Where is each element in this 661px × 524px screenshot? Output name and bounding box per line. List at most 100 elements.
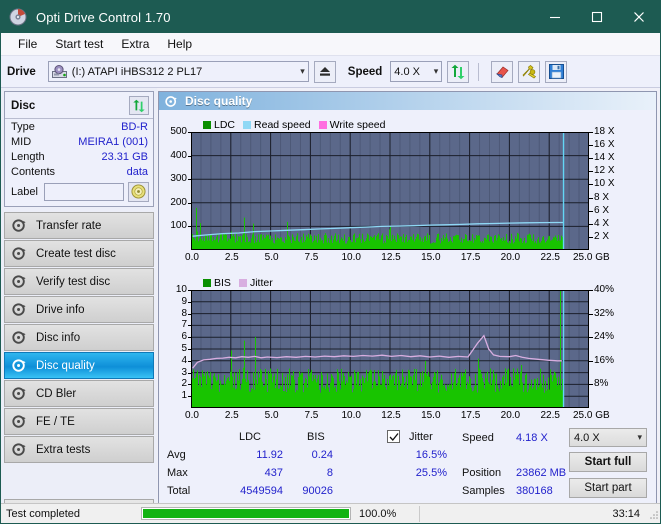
toolbar: Drive (I:) ATAPI iHBS312 2 PL17 ▾ Speed (1, 56, 660, 88)
disc-test-icon (12, 302, 27, 317)
y2-axis-tick (589, 384, 593, 385)
ldc-chart: LDCRead speedWrite speed1002003004005002… (159, 110, 656, 270)
start-part-button[interactable]: Start part (569, 478, 647, 498)
status-bar: Test completed 100.0% 33:14 (1, 503, 661, 523)
disc-test-icon (12, 386, 27, 401)
x-axis-tick-label: 17.5 (454, 252, 488, 263)
position-label: Position (462, 467, 501, 479)
y2-axis-tick-label: 8% (594, 378, 608, 389)
disc-row-length: Length 23.31 GB (5, 149, 153, 164)
y-axis-tick-label: 400 (159, 150, 187, 161)
x-axis-tick-label: 7.5 (294, 252, 328, 263)
ldc-total-value: 4549594 (223, 485, 283, 497)
y2-axis-tick (589, 158, 593, 159)
speed-select[interactable]: 4.0 X ▾ (390, 61, 442, 82)
y2-axis-tick-label: 10 X (594, 178, 615, 189)
menu-item-extra[interactable]: Extra (112, 35, 158, 53)
chart-legend: BISJitter (203, 277, 281, 289)
legend-swatch (243, 121, 251, 129)
sidebar-item-create-test-disc[interactable]: Create test disc (4, 240, 154, 267)
disc-value: 23.31 GB (102, 151, 148, 163)
sidebar-item-disc-info[interactable]: Disc info (4, 324, 154, 351)
x-axis-tick-label: 20.0 (493, 410, 527, 421)
drive-select[interactable]: (I:) ATAPI iHBS312 2 PL17 ▾ (48, 61, 309, 82)
resize-grip[interactable] (648, 509, 659, 520)
y2-axis-tick-label: 40% (594, 284, 614, 295)
sidebar-item-fe-te[interactable]: FE / TE (4, 408, 154, 435)
sidebar-item-label: Create test disc (36, 248, 116, 260)
ldc-avg-value: 11.92 (235, 449, 283, 461)
x-axis-tick-label: 5.0 (255, 252, 289, 263)
disc-key: MID (11, 136, 31, 148)
sidebar-item-label: Extra tests (36, 444, 90, 456)
sidebar-item-label: Drive info (36, 304, 85, 316)
drive-icon (52, 65, 67, 79)
window-controls (534, 1, 660, 33)
legend-swatch (319, 121, 327, 129)
disc-test-icon (12, 274, 27, 289)
close-icon[interactable] (618, 1, 660, 33)
app-window: Opti Drive Control 1.70 File Start test … (0, 0, 661, 524)
progress-bar (141, 507, 351, 520)
legend-swatch (239, 279, 247, 287)
y-axis-tick-label: 9 (159, 296, 187, 307)
jitter-checkbox[interactable] (387, 430, 400, 443)
legend-label: Read speed (254, 119, 311, 131)
minimize-icon[interactable] (534, 1, 576, 33)
sidebar: Disc Type BD-R MID MEIRA1 (001) (1, 88, 157, 524)
save-button[interactable] (545, 61, 567, 83)
progress-bar-fill (143, 509, 349, 518)
maximize-icon[interactable] (576, 1, 618, 33)
disc-refresh-button[interactable] (129, 96, 149, 115)
disc-value: MEIRA1 (001) (78, 136, 148, 148)
jitter-avg-value: 16.5% (401, 449, 447, 461)
chevron-down-icon: ▾ (296, 67, 305, 76)
stats-header-ldc: LDC (239, 431, 261, 443)
test-speed-select[interactable]: 4.0 X ▾ (569, 428, 647, 447)
disc-value: data (127, 166, 148, 178)
speed-stat-value: 4.18 X (516, 432, 548, 444)
y2-axis-tick (589, 132, 593, 133)
chevron-down-icon: ▾ (633, 433, 642, 442)
disc-test-icon (12, 414, 27, 429)
menu-item-file[interactable]: File (9, 35, 46, 53)
main-panel: Disc quality LDCRead speedWrite speed100… (158, 91, 657, 524)
main-panel-header: Disc quality (159, 92, 656, 110)
y-axis-tick-label: 3 (159, 367, 187, 378)
chart-plot-area (191, 290, 589, 408)
disc-label-button[interactable] (128, 182, 149, 202)
erase-button[interactable] (491, 61, 513, 83)
sidebar-item-label: Disc quality (36, 360, 95, 372)
tools-button[interactable] (518, 61, 540, 83)
speed-stat-label: Speed (462, 432, 494, 444)
bis-avg-value: 0.24 (297, 449, 333, 461)
sidebar-item-verify-test-disc[interactable]: Verify test disc (4, 268, 154, 295)
status-text: Test completed (1, 508, 141, 520)
sidebar-item-extra-tests[interactable]: Extra tests (4, 436, 154, 463)
sidebar-item-cd-bler[interactable]: CD Bler (4, 380, 154, 407)
eject-button[interactable] (314, 61, 336, 83)
disc-label-input[interactable] (44, 183, 124, 201)
x-axis-tick-label: 22.5 (533, 410, 567, 421)
menu-item-help[interactable]: Help (158, 35, 201, 53)
body-area: Disc Type BD-R MID MEIRA1 (001) (1, 88, 660, 524)
sidebar-spacer (4, 464, 154, 499)
sidebar-item-drive-info[interactable]: Drive info (4, 296, 154, 323)
drive-label: Drive (7, 66, 36, 78)
sidebar-item-transfer-rate[interactable]: Transfer rate (4, 212, 154, 239)
sidebar-item-disc-quality[interactable]: Disc quality (4, 352, 154, 379)
legend-label: Write speed (330, 119, 386, 131)
bis-total-value: 90026 (287, 485, 333, 497)
y-axis-tick (188, 290, 191, 291)
y2-axis-tick (589, 171, 593, 172)
x-axis-tick-label: 7.5 (294, 410, 328, 421)
disc-row-type: Type BD-R (5, 119, 153, 134)
y2-axis-tick (589, 184, 593, 185)
refresh-button[interactable] (447, 61, 469, 83)
y2-axis-tick-label: 16% (594, 355, 614, 366)
start-full-button[interactable]: Start full (569, 452, 647, 472)
sidebar-item-label: CD Bler (36, 388, 76, 400)
menu-item-start-test[interactable]: Start test (46, 35, 112, 53)
disc-test-icon (12, 246, 27, 261)
disc-row-contents: Contents data (5, 164, 153, 179)
